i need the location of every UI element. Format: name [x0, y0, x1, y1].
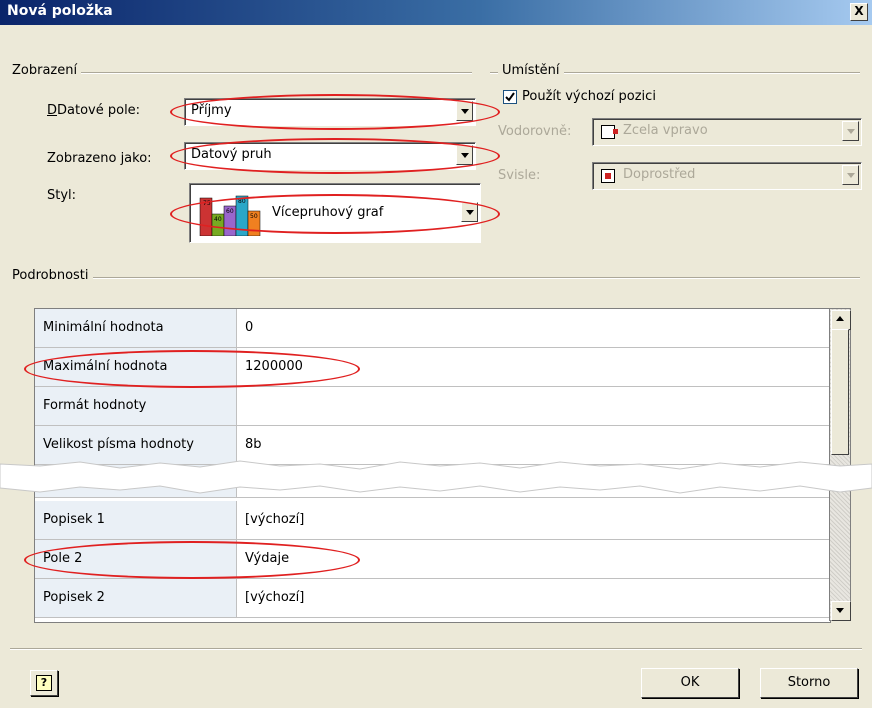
details-group-label: Podrobnosti	[8, 268, 93, 283]
shown-as-label: Zobrazeno jako:	[47, 151, 152, 166]
vertical-select[interactable]: Doprostřed	[592, 162, 862, 190]
table-row[interactable]: Popisek 2 [výchozí]	[35, 579, 830, 618]
row-value[interactable]: 0	[245, 309, 253, 347]
scroll-up-button[interactable]	[831, 310, 851, 330]
display-group-label: Zobrazení	[8, 63, 82, 78]
horizontal-label: Vodorovně:	[498, 124, 572, 139]
use-default-checkbox[interactable]	[503, 90, 517, 104]
bottom-divider	[10, 648, 862, 650]
row-key: Formát hodnoty	[35, 387, 237, 425]
icon-bar-label-2: 40	[214, 216, 222, 223]
new-item-dialog: Nová položka X Zobrazení DDatové pole: P…	[0, 0, 872, 708]
window-title: Nová položka	[7, 3, 113, 19]
middle-icon	[601, 169, 615, 183]
horizontal-dropdown-button[interactable]	[842, 121, 859, 141]
data-field-label: DDatové pole:	[47, 103, 141, 118]
row-key: Maximální hodnota	[35, 348, 237, 386]
table-row[interactable]: Maximální hodnota 1200000	[35, 348, 830, 387]
style-value: Vícepruhový graf	[272, 205, 384, 220]
shown-as-select[interactable]: Datový pruh	[184, 142, 476, 170]
data-field-value: Příjmy	[191, 103, 232, 118]
icon-bar-label-5: 50	[250, 213, 258, 220]
vertical-label: Svisle:	[498, 168, 541, 183]
row-key: Pole 2	[35, 540, 237, 578]
row-key: Minimální hodnota	[35, 309, 237, 347]
help-icon: ?	[36, 675, 52, 691]
details-group-divider	[10, 277, 860, 279]
check-icon	[505, 92, 515, 102]
row-key: Popisek 1	[35, 501, 237, 539]
style-label: Styl:	[47, 188, 77, 203]
icon-bar-label-4: 80	[238, 198, 246, 205]
row-value[interactable]: [výchozí]	[245, 579, 304, 617]
shown-as-dropdown-button[interactable]	[456, 145, 473, 165]
row-key: Popisek 2	[35, 579, 237, 617]
vertical-dropdown-button[interactable]	[842, 165, 859, 185]
horizontal-select[interactable]: Zcela vpravo	[592, 118, 862, 146]
torn-edge-cut	[0, 460, 872, 494]
use-default-label: Použít výchozí pozici	[522, 89, 656, 104]
scroll-thumb[interactable]	[831, 329, 849, 455]
icon-bar-label-3: 60	[226, 208, 234, 215]
table-row[interactable]: Minimální hodnota 0	[35, 309, 830, 348]
horizontal-value: Zcela vpravo	[623, 123, 708, 138]
help-button[interactable]: ?	[30, 670, 58, 696]
table-row[interactable]: Popisek 1 [výchozí]	[35, 501, 830, 540]
row-value[interactable]: [výchozí]	[245, 501, 304, 539]
title-bar: Nová položka X	[0, 0, 872, 25]
row-value[interactable]: Výdaje	[245, 540, 289, 578]
vertical-value: Doprostřed	[623, 167, 696, 182]
ok-button[interactable]: OK	[641, 668, 739, 698]
data-field-select[interactable]: Příjmy	[184, 98, 476, 126]
close-button[interactable]: X	[850, 3, 868, 21]
right-edge-icon	[601, 125, 618, 139]
style-dropdown-button[interactable]	[461, 202, 478, 222]
scroll-down-button[interactable]	[831, 601, 851, 621]
data-field-dropdown-button[interactable]	[456, 101, 473, 121]
cancel-button[interactable]: Storno	[760, 668, 858, 698]
placement-group-label: Umístění	[498, 63, 564, 78]
shown-as-value: Datový pruh	[191, 147, 272, 162]
style-select[interactable]: 75 40 60 80 50 Vícepruhový graf	[189, 183, 481, 243]
icon-bar-label-1: 75	[203, 200, 211, 207]
table-row[interactable]: Formát hodnoty	[35, 387, 830, 426]
table-row[interactable]: Pole 2 Výdaje	[35, 540, 830, 579]
multibar-chart-icon: 75 40 60 80 50	[199, 195, 261, 236]
row-value[interactable]: 1200000	[245, 348, 303, 386]
